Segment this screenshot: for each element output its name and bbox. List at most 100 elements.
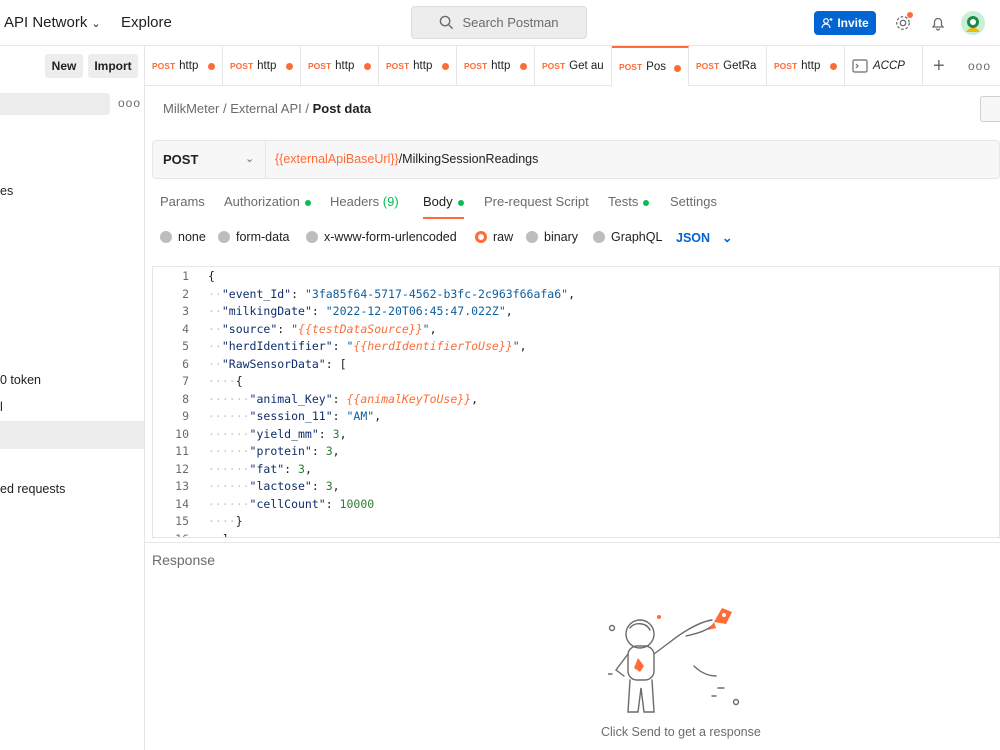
code-line: ··"source": "{{testDataSource}}", xyxy=(208,321,437,336)
json-variable: {{testDataSource}} xyxy=(298,321,423,336)
json-key: "milkingDate" xyxy=(221,304,312,318)
radio-none[interactable]: none xyxy=(160,230,206,244)
tab-authorization[interactable]: Authorization xyxy=(224,194,311,209)
import-button[interactable]: Import xyxy=(88,54,138,78)
request-tab[interactable]: POST http xyxy=(301,46,379,86)
request-tabs-bar: POST http POST http POST http POST http POST… xyxy=(145,46,1000,86)
invite-button[interactable]: Invite xyxy=(814,11,876,35)
radio-graphql[interactable]: GraphQL xyxy=(593,230,662,244)
request-tab-active[interactable]: POST Pos xyxy=(612,46,689,86)
search-input[interactable]: Search Postman xyxy=(411,6,587,39)
tab-settings[interactable]: Settings xyxy=(670,194,717,209)
radio-icon xyxy=(218,231,230,243)
settings-button[interactable] xyxy=(892,12,914,34)
breadcrumb-separator: / xyxy=(305,101,310,116)
request-tab[interactable]: POST http xyxy=(457,46,535,86)
code-line: ··] xyxy=(208,532,229,538)
request-tab[interactable]: POST GetRa xyxy=(689,46,767,86)
avatar[interactable] xyxy=(960,10,986,36)
line-number: 9 xyxy=(182,409,189,423)
radio-label: none xyxy=(178,230,206,244)
explore-link[interactable]: Explore xyxy=(121,14,172,31)
line-number: 5 xyxy=(182,339,189,353)
line-number: 6 xyxy=(182,356,189,371)
tab-tests[interactable]: Tests xyxy=(608,194,650,209)
code-line: ······"yield_mm": 3, xyxy=(208,426,347,441)
json-key: "session_11" xyxy=(249,409,333,423)
more-tabs-icon[interactable]: ooo xyxy=(968,59,991,73)
line-number: 8 xyxy=(182,391,189,406)
sidebar-item[interactable]: 0 token xyxy=(0,373,41,387)
breadcrumb-folder[interactable]: External API xyxy=(230,101,302,116)
request-tab[interactable]: POST http xyxy=(223,46,301,86)
radio-urlencoded[interactable]: x-www-form-urlencoded xyxy=(306,230,457,244)
request-tab[interactable]: POST Get au xyxy=(535,46,612,86)
more-icon[interactable]: ooo xyxy=(118,96,141,110)
json-value: 10000 xyxy=(339,496,375,511)
tab-headers[interactable]: Headers (9) xyxy=(330,194,399,209)
line-number: 7 xyxy=(182,374,189,388)
tab-method: POST xyxy=(464,61,488,71)
line-number: 4 xyxy=(182,321,189,336)
notifications-button[interactable] xyxy=(927,12,949,34)
request-tab[interactable]: ACCP xyxy=(845,46,923,86)
code-line: ······"cellCount": 10000 xyxy=(208,496,375,511)
url-input[interactable]: {{externalApiBaseUrl}}/MilkingSessionRea… xyxy=(275,152,538,166)
radio-label: raw xyxy=(493,230,514,244)
json-value: 3 xyxy=(298,461,305,476)
active-indicator-dot xyxy=(643,199,650,206)
code-line: ······"protein": 3, xyxy=(208,444,340,458)
api-network-menu[interactable]: API Network ⌄ xyxy=(4,14,101,31)
search-placeholder: Search Postman xyxy=(462,15,559,30)
request-tab[interactable]: POST http xyxy=(767,46,845,86)
radio-icon xyxy=(526,231,538,243)
sidebar-item[interactable]: es xyxy=(0,184,13,198)
request-tab[interactable]: POST http xyxy=(379,46,457,86)
line-number: 12 xyxy=(175,461,189,476)
add-tab-icon[interactable]: + xyxy=(933,55,945,78)
json-value: "2022-12-20T06:45:47.022Z" xyxy=(325,304,506,318)
code-line: ······"lactose": 3, xyxy=(208,479,340,493)
sidebar: New Import ooo es 0 token l ed requests xyxy=(0,46,145,750)
new-button[interactable]: New xyxy=(45,54,83,78)
radio-icon xyxy=(593,231,605,243)
code-line: ······"fat": 3, xyxy=(208,461,312,476)
line-number-gutter: 1 2 3 4 5 6 7 8 9 10 11 12 13 14 15 16 xyxy=(153,267,201,537)
radio-selected-icon xyxy=(475,231,487,243)
format-select[interactable]: JSON ⌄ xyxy=(676,230,733,246)
line-number: 2 xyxy=(182,286,189,301)
radio-binary[interactable]: binary xyxy=(526,230,578,244)
save-icon[interactable] xyxy=(980,96,1000,122)
tab-label: http xyxy=(179,60,199,72)
chevron-down-icon: ⌄ xyxy=(91,18,101,30)
code-line: { xyxy=(208,269,215,283)
invite-label: Invite xyxy=(837,16,869,30)
sidebar-item[interactable]: ed requests xyxy=(0,482,65,496)
unsaved-dot xyxy=(208,63,215,70)
unsaved-dot xyxy=(442,63,449,70)
divider xyxy=(265,141,266,178)
unsaved-dot xyxy=(364,63,371,70)
tab-prerequest-script[interactable]: Pre-request Script xyxy=(484,194,589,209)
breadcrumb-collection[interactable]: MilkMeter xyxy=(163,101,219,116)
url-variable: {{externalApiBaseUrl}} xyxy=(275,152,399,166)
tab-params[interactable]: Params xyxy=(160,194,205,209)
method-select[interactable]: POST xyxy=(163,152,198,167)
tab-label: Authorization xyxy=(224,194,300,209)
code-line: ··"RawSensorData": [ xyxy=(208,356,347,371)
radio-raw[interactable]: raw xyxy=(475,230,513,244)
radio-form-data[interactable]: form-data xyxy=(218,230,290,244)
headers-count: (9) xyxy=(382,194,399,209)
json-key: "protein" xyxy=(249,444,312,458)
body-code-editor[interactable]: 1 2 3 4 5 6 7 8 9 10 11 12 13 14 15 16 {… xyxy=(152,266,1000,538)
tab-body[interactable]: Body xyxy=(423,194,464,219)
sidebar-filter-input[interactable] xyxy=(0,93,110,115)
chevron-down-icon[interactable]: ⌄ xyxy=(245,152,254,165)
sidebar-item-selected[interactable] xyxy=(0,421,144,449)
code-line: ······"session_11": "AM", xyxy=(208,409,382,423)
sidebar-item[interactable]: l xyxy=(0,400,3,414)
response-label: Response xyxy=(152,552,216,568)
request-tab[interactable]: POST http xyxy=(145,46,223,86)
tab-method: POST xyxy=(774,61,798,71)
active-indicator-dot xyxy=(457,199,464,206)
